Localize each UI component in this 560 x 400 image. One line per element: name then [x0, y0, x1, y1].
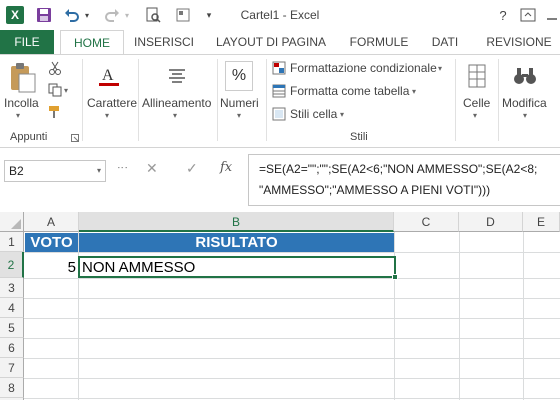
column-header-a[interactable]: A: [24, 212, 79, 232]
group-separator: [82, 59, 83, 141]
clipboard-group-label: Appunti: [10, 131, 48, 143]
cells-label[interactable]: Celle: [463, 96, 490, 110]
row-header-4[interactable]: 4: [0, 298, 24, 318]
cell-styles-icon[interactable]: [272, 107, 286, 121]
group-separator: [455, 59, 456, 141]
tab-file[interactable]: FILE: [0, 30, 54, 54]
conditional-formatting-icon[interactable]: [272, 61, 286, 75]
cell-a1[interactable]: VOTO: [25, 233, 78, 252]
window-title: Cartel1 - Excel: [240, 8, 320, 22]
ribbon-tabs: FILE HOME INSERISCI LAYOUT DI PAGINA FOR…: [0, 30, 560, 55]
gridline: [24, 252, 560, 253]
tab-layout-di-pagina[interactable]: LAYOUT DI PAGINA: [208, 30, 334, 54]
cell-styles-label[interactable]: Stili cella: [290, 107, 337, 121]
active-cell-border: [78, 256, 398, 280]
cells-icon[interactable]: [465, 61, 489, 91]
ribbon: Incolla ▾ ▾ Appunti A Carattere ▾ Alline…: [0, 54, 560, 148]
font-dropdown-icon[interactable]: ▾: [105, 111, 109, 120]
conditional-formatting-dropdown-icon[interactable]: ▾: [438, 64, 442, 73]
tab-home[interactable]: HOME: [60, 30, 124, 55]
formula-line-1: =SE(A2="";"";SE(A2<6;"NON AMMESSO";SE(A2…: [259, 162, 538, 176]
fill-handle[interactable]: [392, 274, 398, 280]
minimize-icon[interactable]: [545, 5, 559, 25]
cut-icon[interactable]: [48, 61, 62, 75]
ribbon-display-options-icon[interactable]: [520, 5, 536, 25]
row-header-1[interactable]: 1: [0, 232, 24, 252]
group-separator: [266, 59, 267, 141]
font-label[interactable]: Carattere: [87, 96, 137, 110]
select-all-button[interactable]: [0, 212, 24, 232]
row-header-6[interactable]: 6: [0, 338, 24, 358]
format-painter-icon[interactable]: [48, 105, 62, 119]
row-header-3[interactable]: 3: [0, 278, 24, 298]
number-format-icon[interactable]: %: [225, 61, 253, 91]
formula-bar-grip-icon[interactable]: ⋮: [116, 162, 129, 172]
gridline: [24, 318, 560, 319]
gridline: [24, 338, 560, 339]
row-header-8[interactable]: 8: [0, 378, 24, 398]
copy-icon[interactable]: [48, 83, 62, 97]
cell-a2[interactable]: 5: [25, 258, 76, 278]
number-label[interactable]: Numeri: [220, 96, 259, 110]
formula-input[interactable]: =SE(A2="";"";SE(A2<6;"NON AMMESSO";SE(A2…: [248, 154, 560, 206]
row-header-2[interactable]: 2: [0, 252, 24, 278]
find-binoculars-icon[interactable]: [510, 61, 540, 91]
font-icon[interactable]: A: [94, 61, 124, 91]
row-header-5[interactable]: 5: [0, 318, 24, 338]
alignment-label[interactable]: Allineamento: [142, 96, 211, 110]
alignment-dropdown-icon[interactable]: ▾: [173, 111, 177, 120]
paste-label[interactable]: Incolla: [4, 96, 39, 110]
cell-b1[interactable]: RISULTATO: [79, 233, 394, 252]
group-separator: [138, 59, 139, 141]
gridline: [24, 358, 560, 359]
copy-dropdown-icon[interactable]: ▾: [64, 86, 68, 95]
enter-icon[interactable]: ✓: [186, 160, 202, 180]
formula-line-2: "AMMESSO";"AMMESSO A PIENI VOTI"))): [259, 183, 491, 197]
tab-revisione[interactable]: REVISIONE: [478, 30, 560, 54]
name-box-value: B2: [9, 164, 24, 178]
gridline: [24, 298, 560, 299]
name-box[interactable]: B2 ▾: [4, 160, 106, 182]
cancel-icon[interactable]: ✕: [146, 160, 162, 180]
format-as-table-icon[interactable]: [272, 84, 286, 98]
paste-dropdown-icon[interactable]: ▾: [16, 111, 20, 120]
column-header-c[interactable]: C: [394, 212, 459, 232]
row-header-7[interactable]: 7: [0, 358, 24, 378]
gridline: [24, 278, 560, 279]
svg-text:A: A: [102, 67, 114, 84]
cells-dropdown-icon[interactable]: ▾: [473, 111, 477, 120]
formula-bar: B2 ▾ ⋮ ✕ ✓ fx =SE(A2="";"";SE(A2<6;"NON …: [0, 150, 560, 210]
gridline: [523, 232, 524, 400]
number-dropdown-icon[interactable]: ▾: [237, 111, 241, 120]
tab-formule[interactable]: FORMULE: [342, 30, 416, 54]
edit-label[interactable]: Modifica: [502, 96, 547, 110]
title-bar: X ▾ ▾ ▾ Cartel1 - Excel ?: [0, 0, 560, 30]
gridline: [459, 232, 460, 400]
styles-group-label: Stili: [350, 131, 368, 143]
name-box-dropdown-icon[interactable]: ▾: [97, 161, 101, 181]
gridline: [24, 378, 560, 379]
alignment-icon[interactable]: [162, 61, 192, 91]
group-separator: [217, 59, 218, 141]
cell-styles-dropdown-icon[interactable]: ▾: [340, 110, 344, 119]
column-header-d[interactable]: D: [459, 212, 523, 232]
group-separator: [498, 59, 499, 141]
format-as-table-label[interactable]: Formatta come tabella: [290, 84, 409, 98]
gridline: [24, 398, 560, 399]
edit-dropdown-icon[interactable]: ▾: [523, 111, 527, 120]
tab-dati[interactable]: DATI: [424, 30, 466, 54]
worksheet-grid[interactable]: A B C D E 1 2 3 4 5 6 7 8 9 VOTO RISULTA…: [0, 212, 560, 400]
paste-icon[interactable]: [8, 61, 38, 95]
column-header-e[interactable]: E: [523, 212, 560, 232]
conditional-formatting-label[interactable]: Formattazione condizionale: [290, 61, 437, 75]
help-icon[interactable]: ?: [496, 5, 510, 25]
column-header-b[interactable]: B: [79, 212, 394, 232]
tab-inserisci[interactable]: INSERISCI: [128, 30, 200, 54]
format-as-table-dropdown-icon[interactable]: ▾: [412, 87, 416, 96]
clipboard-launcher-icon[interactable]: [70, 133, 80, 143]
insert-function-icon[interactable]: fx: [220, 160, 240, 180]
